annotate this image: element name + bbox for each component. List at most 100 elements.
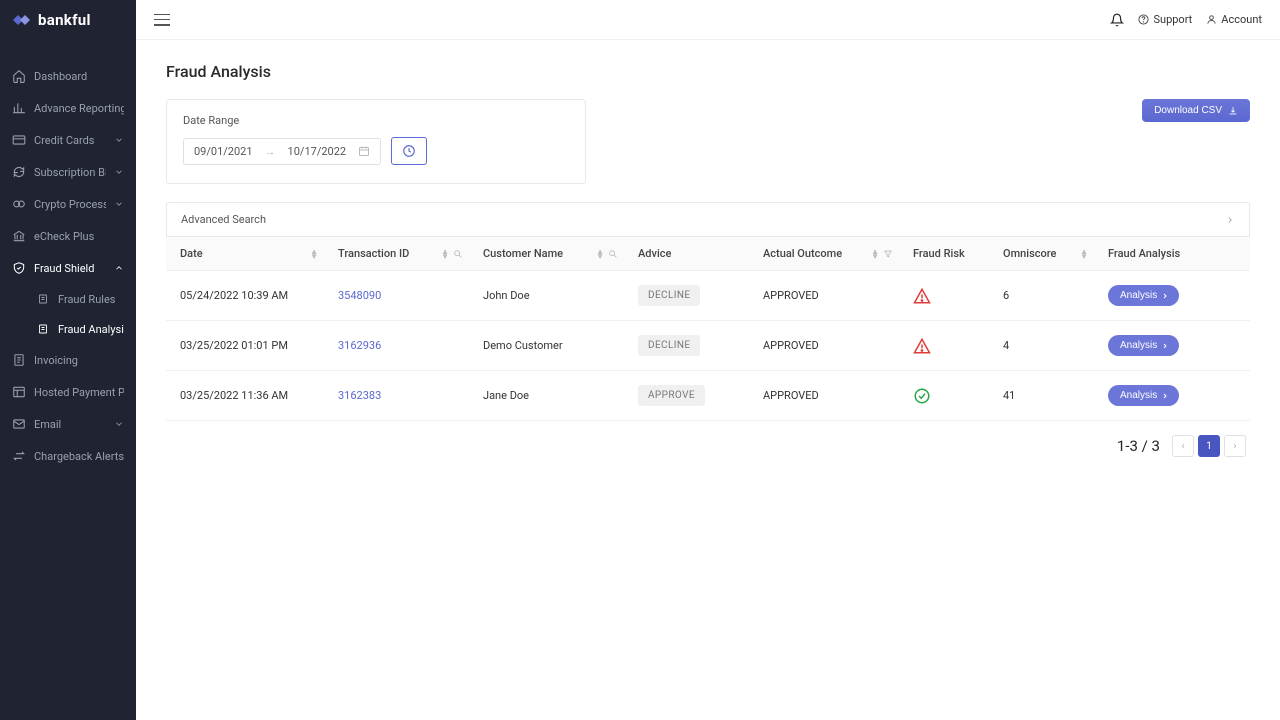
sidebar-item-label: Fraud Shield xyxy=(34,262,106,275)
sidebar-item-label: Crypto Processing xyxy=(34,198,106,211)
sidebar-nav: Dashboard Advance Reporting Credit Cards Su… xyxy=(0,40,136,472)
date-from: 09/01/2021 xyxy=(194,145,253,158)
cell-analysis: Analysis xyxy=(1096,371,1250,421)
sidebar-item-hosted-payment-page[interactable]: Hosted Payment Page xyxy=(0,376,136,408)
chevron-down-icon xyxy=(114,199,124,209)
page-prev-button[interactable]: ‹ xyxy=(1172,435,1194,457)
menu-toggle-icon[interactable] xyxy=(154,14,170,26)
bar-chart-icon xyxy=(12,101,26,115)
sidebar-subitem-fraud-rules[interactable]: Fraud Rules xyxy=(18,284,136,314)
cell-omniscore: 4 xyxy=(991,321,1096,371)
sidebar-item-advance-reporting[interactable]: Advance Reporting xyxy=(0,92,136,124)
sidebar-item-label: Subscription Billing xyxy=(34,166,106,179)
th-fraud-analysis: Fraud Analysis xyxy=(1096,237,1250,271)
transaction-link[interactable]: 3162936 xyxy=(338,339,381,352)
brand-logo[interactable]: bankful xyxy=(0,0,136,40)
sidebar-item-dashboard[interactable]: Dashboard xyxy=(0,60,136,92)
chevron-right-icon xyxy=(1161,292,1169,300)
sidebar-item-subscription-billing[interactable]: Subscription Billing xyxy=(0,156,136,188)
analysis-button[interactable]: Analysis xyxy=(1108,285,1179,306)
user-icon xyxy=(1206,14,1217,25)
refresh-icon xyxy=(12,165,26,179)
cell-outcome: APPROVED xyxy=(751,321,901,371)
transaction-link[interactable]: 3162383 xyxy=(338,389,381,402)
pagination: 1-3 / 3 ‹ 1 › xyxy=(166,435,1250,457)
cell-date: 03/25/2022 01:01 PM xyxy=(166,321,326,371)
main: Support Account Fraud Analysis Date Rang… xyxy=(136,0,1280,720)
th-omniscore[interactable]: Omniscore ▲▼ xyxy=(991,237,1096,271)
chevron-down-icon xyxy=(114,135,124,145)
rules-icon xyxy=(36,292,50,306)
bank-icon xyxy=(12,229,26,243)
sidebar-subitem-fraud-analysis[interactable]: Fraud Analysis xyxy=(18,314,136,344)
sort-icon: ▲▼ xyxy=(871,249,879,259)
cell-omniscore: 6 xyxy=(991,271,1096,321)
page-number-button[interactable]: 1 xyxy=(1198,435,1220,457)
table-row: 03/25/2022 11:36 AM3162383Jane DoeAPPROV… xyxy=(166,371,1250,421)
sidebar-item-invoicing[interactable]: Invoicing xyxy=(0,344,136,376)
mail-icon xyxy=(12,417,26,431)
question-circle-icon xyxy=(1138,14,1149,25)
arrow-right-icon: → xyxy=(265,145,276,158)
th-date[interactable]: Date ▲▼ xyxy=(166,237,326,271)
swap-icon xyxy=(12,449,26,463)
transaction-link[interactable]: 3548090 xyxy=(338,289,381,302)
sidebar-item-echeck-plus[interactable]: eCheck Plus xyxy=(0,220,136,252)
chevron-down-icon xyxy=(114,167,124,177)
advanced-search-toggle[interactable]: Advanced Search xyxy=(166,202,1250,237)
download-csv-button[interactable]: Download CSV xyxy=(1142,99,1250,122)
account-link[interactable]: Account xyxy=(1206,13,1262,26)
cell-customer: John Doe xyxy=(471,271,626,321)
date-range-input[interactable]: 09/01/2021 → 10/17/2022 xyxy=(183,138,381,165)
sidebar-item-label: Dashboard xyxy=(34,70,124,83)
sidebar-item-label: Email xyxy=(34,418,106,431)
analysis-button[interactable]: Analysis xyxy=(1108,385,1179,406)
page-info: 1-3 / 3 xyxy=(1117,437,1160,455)
sort-icon: ▲▼ xyxy=(310,249,318,259)
cell-risk xyxy=(901,371,991,421)
cell-risk xyxy=(901,271,991,321)
cell-advice: DECLINE xyxy=(626,321,751,371)
sidebar-item-label: Credit Cards xyxy=(34,134,106,147)
cell-customer: Demo Customer xyxy=(471,321,626,371)
layout-icon xyxy=(12,385,26,399)
cell-analysis: Analysis xyxy=(1096,271,1250,321)
advanced-search-label: Advanced Search xyxy=(181,213,266,226)
download-icon xyxy=(1228,106,1238,116)
sidebar-item-label: Advance Reporting xyxy=(34,102,124,115)
sidebar-item-credit-cards[interactable]: Credit Cards xyxy=(0,124,136,156)
th-actual-outcome[interactable]: Actual Outcome ▲▼ xyxy=(751,237,901,271)
sidebar-item-label: Fraud Analysis xyxy=(58,323,124,336)
credit-card-icon xyxy=(12,133,26,147)
cell-outcome: APPROVED xyxy=(751,271,901,321)
sidebar-item-fraud-shield[interactable]: Fraud Shield xyxy=(0,252,136,284)
notifications-button[interactable] xyxy=(1110,13,1124,27)
sort-icon: ▲▼ xyxy=(441,249,449,259)
table-row: 05/24/2022 10:39 AM3548090John DoeDECLIN… xyxy=(166,271,1250,321)
chevron-up-icon xyxy=(114,263,124,273)
cell-transaction-id: 3162383 xyxy=(326,371,471,421)
page-next-button[interactable]: › xyxy=(1224,435,1246,457)
search-icon xyxy=(608,249,618,259)
th-advice: Advice xyxy=(626,237,751,271)
search-icon xyxy=(453,249,463,259)
time-filter-button[interactable] xyxy=(391,137,427,165)
date-range-card: Date Range 09/01/2021 → 10/17/2022 xyxy=(166,99,586,184)
th-transaction-id[interactable]: Transaction ID ▲▼ xyxy=(326,237,471,271)
th-customer-name[interactable]: Customer Name ▲▼ xyxy=(471,237,626,271)
content: Fraud Analysis Date Range 09/01/2021 → 1… xyxy=(136,40,1280,720)
sidebar-item-chargeback-alerts[interactable]: Chargeback Alerts xyxy=(0,440,136,472)
filter-icon xyxy=(883,249,893,259)
support-link[interactable]: Support xyxy=(1138,13,1192,26)
home-icon xyxy=(12,69,26,83)
sidebar-item-crypto-processing[interactable]: Crypto Processing xyxy=(0,188,136,220)
sidebar-item-email[interactable]: Email xyxy=(0,408,136,440)
sidebar-item-label: Chargeback Alerts xyxy=(34,450,124,463)
analysis-button[interactable]: Analysis xyxy=(1108,335,1179,356)
cell-transaction-id: 3548090 xyxy=(326,271,471,321)
rules-icon xyxy=(36,322,50,336)
sidebar-item-label: eCheck Plus xyxy=(34,230,124,243)
page-title: Fraud Analysis xyxy=(166,62,1250,81)
advice-badge: APPROVE xyxy=(638,385,705,406)
chevron-right-icon xyxy=(1161,392,1169,400)
